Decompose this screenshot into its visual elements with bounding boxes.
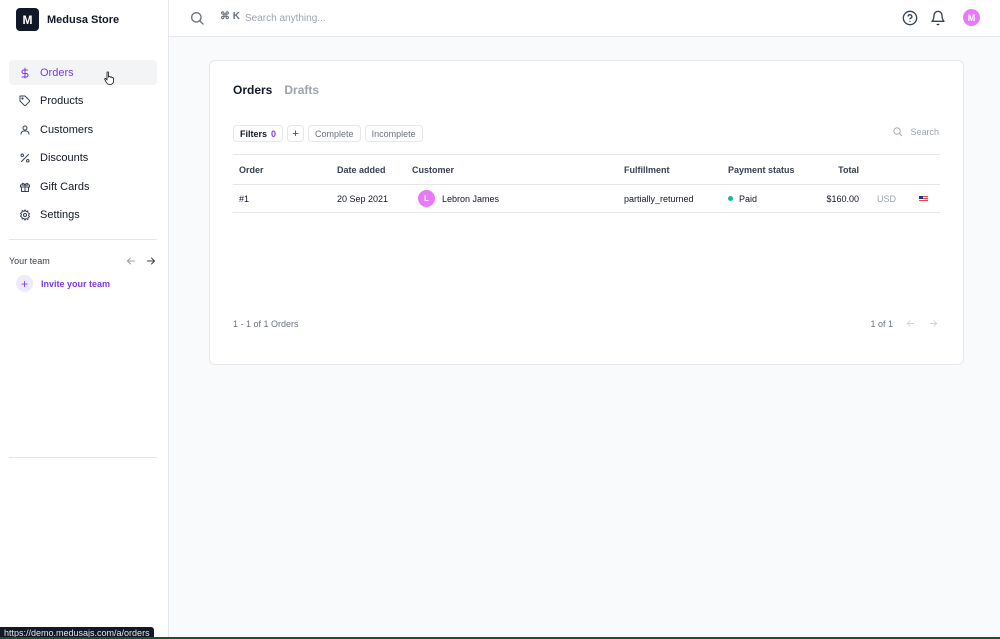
sidebar-item-settings[interactable]: Settings [9,203,157,228]
sidebar-item-label: Customers [40,123,94,136]
invite-team-button[interactable]: + Invite your team [16,275,110,292]
arrow-left-icon[interactable] [125,255,137,267]
sidebar-item-label: Settings [40,209,80,221]
search-icon [191,12,204,25]
search-shortcut: ⌘ K [220,11,240,22]
orders-tabs: Orders Drafts [233,83,319,97]
column-header-order[interactable]: Order [233,154,331,185]
filters-count: 0 [271,128,277,139]
user-icon [20,125,30,134]
gift-icon [20,182,30,192]
sidebar-item-label: Discounts [40,152,89,164]
order-total: $160.00 [812,184,859,213]
filter-bar: Filters 0 + Complete Incomplete [233,125,423,142]
sidebar-divider [9,239,157,240]
sidebar-item-label: Orders [40,66,74,79]
order-number: #1 [233,184,331,213]
team-label: Your team [9,256,50,266]
topbar: ⌘ K M [169,0,1000,37]
pagination-controls: 1 of 1 [870,318,939,329]
invite-team-label: Invite your team [41,278,111,289]
order-customer: L Lebron James [406,184,618,213]
customer-name: Lebron James [442,193,500,204]
column-header-currency [859,154,903,185]
column-header-flag [903,154,940,185]
search-icon [893,127,903,137]
pagination-summary: 1 - 1 of 1 Orders [233,319,299,329]
bell-icon[interactable] [929,9,946,26]
sidebar: M Medusa Store Orders Products Customers… [0,0,169,639]
us-flag-icon [919,195,928,202]
gear-icon [19,209,31,221]
order-date: 20 Sep 2021 [331,184,406,213]
sidebar-item-discounts[interactable]: Discounts [9,146,157,171]
hand-cursor-icon [104,71,114,85]
column-header-date[interactable]: Date added [331,154,406,185]
payment-status-label: Paid [739,193,758,204]
percent-icon [20,153,30,163]
filter-preset-complete[interactable]: Complete [308,125,361,142]
filter-preset-incomplete[interactable]: Incomplete [364,125,423,142]
tag-icon [19,95,31,107]
sidebar-item-products[interactable]: Products [9,89,157,114]
order-currency: USD [859,184,903,213]
team-arrows [125,255,157,267]
order-region [903,184,940,213]
arrow-right-icon[interactable] [145,255,157,267]
dollar-icon [21,67,29,78]
column-header-fulfillment[interactable]: Fulfillment [618,154,722,185]
sidebar-item-label: Gift Cards [40,180,90,193]
column-header-payment-status[interactable]: Payment status [722,154,812,185]
customer-avatar: L [418,190,435,207]
next-page-icon[interactable] [928,318,939,329]
orders-table: Order Date added Customer Fulfillment Pa… [233,154,940,213]
table-search[interactable]: Search [892,126,939,137]
column-header-total[interactable]: Total [812,154,859,185]
orders-card: Orders Drafts Filters 0 + Complete Incom… [209,60,964,365]
previous-page-icon[interactable] [905,318,916,329]
global-search-input[interactable] [245,9,545,27]
tab-drafts[interactable]: Drafts [284,83,319,97]
order-payment-status: Paid [722,184,812,213]
user-avatar[interactable]: M [963,9,980,26]
sidebar-item-customers[interactable]: Customers [9,117,157,142]
sidebar-item-gift-cards[interactable]: Gift Cards [9,174,157,199]
column-header-customer[interactable]: Customer [406,154,618,185]
store-brand[interactable]: M Medusa Store [16,8,119,31]
store-logo: M [16,8,39,31]
sidebar-nav: Orders Products Customers Discounts Gift… [9,60,157,231]
sidebar-bottom-divider [9,457,157,458]
add-filter-button[interactable]: + [287,125,305,142]
plus-icon: + [16,275,33,292]
filters-button[interactable]: Filters 0 [233,125,284,142]
pagination-pages: 1 of 1 [870,318,893,329]
sidebar-item-orders[interactable]: Orders [9,60,157,85]
sidebar-item-label: Products [40,95,84,107]
help-icon[interactable] [901,9,918,26]
store-name: Medusa Store [47,13,120,26]
status-dot-icon [728,196,733,201]
tab-orders[interactable]: Orders [233,83,272,97]
team-header: Your team [9,255,157,267]
table-header-row: Order Date added Customer Fulfillment Pa… [233,154,940,185]
table-search-label: Search [910,126,939,137]
table-row[interactable]: #1 20 Sep 2021 L Lebron James partially_… [233,184,940,213]
filters-label: Filters [240,128,268,139]
order-fulfillment: partially_returned [618,184,722,213]
